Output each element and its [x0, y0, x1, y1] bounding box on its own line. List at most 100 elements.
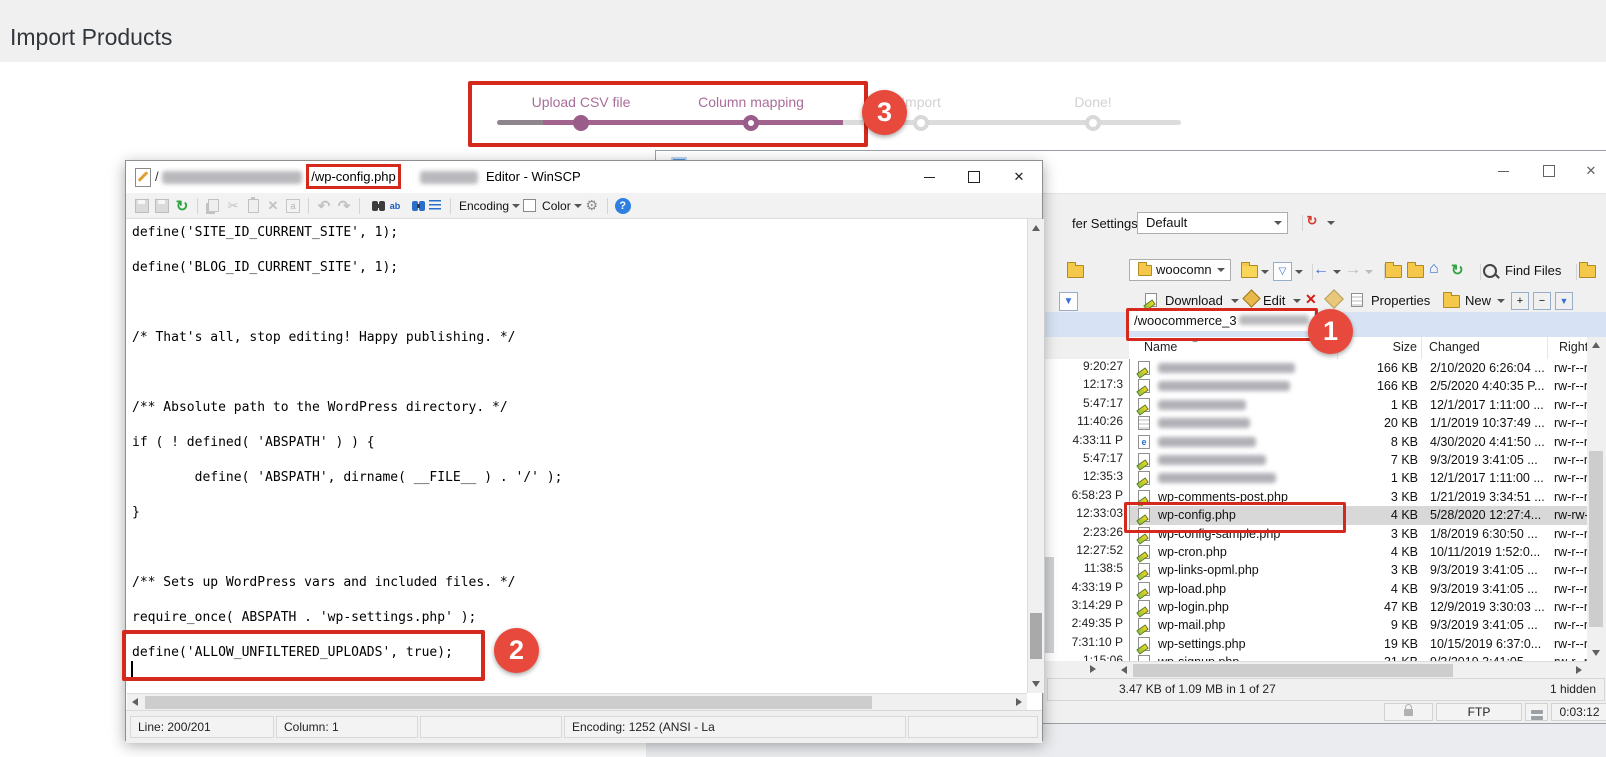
- download-button[interactable]: Download: [1165, 293, 1223, 308]
- close-button[interactable]: ✕: [997, 162, 1041, 192]
- find-files-button[interactable]: Find Files: [1505, 263, 1561, 278]
- file-row[interactable]: wp-mail.php9 KB9/3/2019 3:41:05 ...rw-r-…: [1130, 616, 1587, 634]
- cut-icon[interactable]: ✂: [223, 196, 243, 216]
- paste-icon[interactable]: [243, 196, 263, 216]
- file-size: 9 KB: [1325, 618, 1418, 632]
- file-row[interactable]: wp-settings.php19 KB10/15/2019 6:37:0...…: [1130, 635, 1587, 653]
- code-line: require_once( ABSPATH . 'wp-settings.php…: [132, 609, 1026, 627]
- save-as-icon[interactable]: [152, 196, 172, 216]
- find-icon[interactable]: [365, 196, 385, 216]
- help-icon[interactable]: ?: [613, 196, 633, 216]
- minimize-button[interactable]: [1483, 157, 1523, 185]
- remote-path-value: /woocommerce_3: [1134, 313, 1237, 328]
- chevron-down-icon[interactable]: [1333, 270, 1341, 274]
- find-next-icon[interactable]: [405, 196, 425, 216]
- chevron-down-icon[interactable]: [1497, 299, 1505, 303]
- open-directory-icon[interactable]: [1241, 265, 1258, 278]
- file-list-vscrollbar[interactable]: [1587, 337, 1605, 661]
- file-size: 20 KB: [1325, 416, 1418, 430]
- replace-icon[interactable]: ab: [385, 196, 405, 216]
- link-icon[interactable]: [1579, 265, 1596, 278]
- undo-icon[interactable]: ↶: [314, 196, 334, 216]
- blurred-file-name: [1158, 363, 1295, 373]
- file-row[interactable]: 166 KB2/10/2020 6:26:04 ...rw-r--r-: [1130, 359, 1587, 377]
- delete-icon[interactable]: ✕: [1305, 291, 1317, 308]
- editor-hscrollbar[interactable]: [127, 693, 1027, 711]
- code-line: [132, 277, 1026, 295]
- refresh-icon[interactable]: ↻: [1451, 261, 1464, 279]
- save-icon[interactable]: [132, 196, 152, 216]
- preferences-gear-icon[interactable]: ⚙: [582, 196, 602, 216]
- code-line: if ( ! defined( 'ABSPATH' ) ) {: [132, 434, 1026, 452]
- file-row[interactable]: wp-comments-post.php3 KB1/21/2019 3:34:5…: [1130, 488, 1587, 506]
- chevron-down-icon[interactable]: [1295, 270, 1303, 274]
- delete-icon[interactable]: ✕: [263, 196, 283, 216]
- left-panel-hscroll-arrow[interactable]: [1090, 665, 1096, 673]
- forward-icon[interactable]: →: [1345, 261, 1361, 279]
- file-changed: 9/3/2019 3:41:05 ...: [1430, 563, 1538, 577]
- edit-button[interactable]: Edit: [1263, 293, 1285, 308]
- blurred-file-name: [1158, 400, 1246, 410]
- maximize-button[interactable]: [952, 162, 996, 192]
- color-checkbox[interactable]: [523, 199, 536, 212]
- editor-titlebar[interactable]: / /wp-config.php Editor - WinSCP ✕: [126, 161, 1042, 193]
- go-to-line-icon[interactable]: [425, 196, 445, 216]
- minimize-button[interactable]: [907, 162, 951, 192]
- color-menu[interactable]: Color: [542, 199, 571, 213]
- rename-icon[interactable]: [1324, 289, 1344, 309]
- directory-address-select[interactable]: woocomn: [1129, 259, 1231, 281]
- new-button[interactable]: New: [1465, 293, 1491, 308]
- file-row[interactable]: wp-config-sample.php3 KB1/8/2019 6:30:50…: [1130, 525, 1587, 543]
- file-rights: rw-r--r-: [1554, 453, 1587, 467]
- properties-button[interactable]: Properties: [1371, 293, 1430, 308]
- transfer-profile-select[interactable]: Default: [1137, 212, 1288, 234]
- home-directory-icon[interactable]: ⌂: [1429, 260, 1439, 278]
- file-row[interactable]: 1 KB12/1/2017 1:11:00 ...rw-r--r-: [1130, 396, 1587, 414]
- code-line: /** Sets up WordPress vars and included …: [132, 574, 1026, 592]
- code-area[interactable]: define('SITE_ID_CURRENT_SITE', 1); defin…: [127, 219, 1026, 693]
- back-icon[interactable]: ←: [1313, 261, 1329, 279]
- file-row[interactable]: wp-load.php4 KB9/3/2019 3:41:05 ...rw-r-…: [1130, 580, 1587, 598]
- remote-file-list[interactable]: 166 KB2/10/2020 6:26:04 ...rw-r--r-166 K…: [1129, 359, 1587, 661]
- file-list-hscrollbar[interactable]: [1116, 661, 1587, 679]
- redo-icon[interactable]: ↷: [334, 196, 354, 216]
- column-header-changed[interactable]: Changed: [1429, 340, 1480, 354]
- close-button[interactable]: [1571, 157, 1606, 185]
- column-header-name[interactable]: Name: [1144, 340, 1177, 354]
- file-size: 47 KB: [1325, 600, 1418, 614]
- file-row[interactable]: wp-links-opml.php3 KB9/3/2019 3:41:05 ..…: [1130, 561, 1587, 579]
- maximize-button[interactable]: [1529, 157, 1569, 185]
- left-panel-scrollbar[interactable]: [1045, 557, 1054, 653]
- editor-vscrollbar[interactable]: [1027, 219, 1044, 693]
- copy-icon[interactable]: [203, 196, 223, 216]
- file-row[interactable]: wp-config.php4 KB5/28/2020 12:27:4...rw-…: [1130, 506, 1587, 524]
- filter-icon[interactable]: ▼: [1555, 292, 1573, 310]
- filter-icon[interactable]: ▼: [1059, 292, 1078, 311]
- parent-directory-icon[interactable]: [1385, 265, 1402, 278]
- file-row[interactable]: e8 KB4/30/2020 4:41:50 ...rw-r--r-: [1130, 433, 1587, 451]
- expand-icon[interactable]: +: [1511, 292, 1529, 310]
- file-row[interactable]: 7 KB9/3/2019 3:41:05 ...rw-r--r-: [1130, 451, 1587, 469]
- file-row[interactable]: wp-login.php47 KB12/9/2019 3:30:03 ...rw…: [1130, 598, 1587, 616]
- chevron-down-icon[interactable]: [1327, 221, 1335, 225]
- file-row[interactable]: wp-signup.php31 KB9/3/2019 3:41:05 ...rw…: [1130, 653, 1587, 661]
- root-directory-icon[interactable]: [1407, 265, 1424, 278]
- file-row[interactable]: 166 KB2/5/2020 4:40:35 P...rw-r--r-: [1130, 377, 1587, 395]
- file-row[interactable]: wp-cron.php4 KB10/11/2019 1:52:0...rw-r-…: [1130, 543, 1587, 561]
- synchronize-icon[interactable]: ↻: [1303, 212, 1321, 230]
- chevron-down-icon[interactable]: [1231, 299, 1239, 303]
- encoding-menu[interactable]: Encoding: [459, 199, 509, 213]
- collapse-icon[interactable]: −: [1533, 292, 1551, 310]
- chevron-down-icon[interactable]: [1261, 270, 1269, 274]
- chevron-down-icon[interactable]: [1293, 299, 1301, 303]
- file-icon: [1138, 637, 1150, 651]
- remote-path-field[interactable]: /woocommerce_3: [1129, 310, 1314, 331]
- file-row[interactable]: 1 KB12/1/2017 1:11:00 ...rw-r--r-: [1130, 469, 1587, 487]
- file-row[interactable]: 20 KB1/1/2019 10:37:49 ...rw-r--r-: [1130, 414, 1587, 432]
- filter-icon[interactable]: ▽: [1273, 262, 1292, 281]
- select-all-icon[interactable]: a: [283, 196, 303, 216]
- reload-icon[interactable]: ↻: [172, 196, 192, 216]
- file-rights: rw-r--r-: [1554, 545, 1587, 559]
- folder-shortcut-icon[interactable]: [1067, 265, 1084, 278]
- file-size: 19 KB: [1325, 637, 1418, 651]
